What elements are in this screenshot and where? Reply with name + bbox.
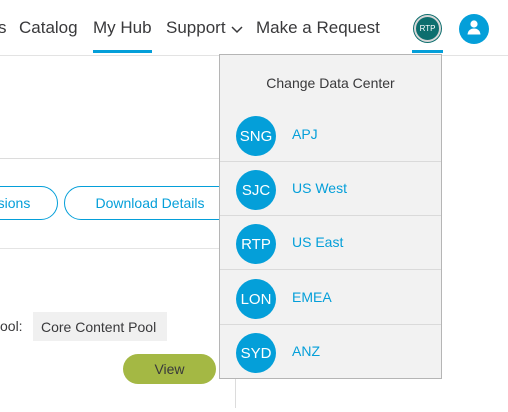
datacenter-name: APJ [292,126,318,142]
pool-value: Core Content Pool [33,312,167,341]
datacenter-option-sng[interactable]: SNG APJ [220,108,441,162]
nav-item-partial[interactable]: s [0,18,7,38]
datacenter-badge-label: RTP [419,24,436,33]
datacenter-code-badge: LON [236,279,276,319]
divider [0,248,236,249]
nav-make-request[interactable]: Make a Request [256,18,380,38]
user-icon [466,19,482,40]
versions-button[interactable]: sions [0,186,58,220]
datacenter-option-rtp[interactable]: RTP US East [220,216,441,270]
nav-support-label: Support [166,18,226,37]
datacenter-name: ANZ [292,343,320,359]
datacenter-name: US West [292,180,347,196]
datacenter-name: EMEA [292,289,332,305]
nav-my-hub[interactable]: My Hub [93,18,152,53]
user-avatar[interactable] [459,14,489,44]
nav-support[interactable]: Support [166,18,243,39]
datacenter-name: US East [292,234,344,250]
datacenter-active-indicator [412,50,443,53]
datacenter-option-lon[interactable]: LON EMEA [220,271,441,325]
datacenter-code-badge: RTP [236,224,276,264]
datacenter-code-badge: SYD [236,333,276,373]
datacenter-option-syd[interactable]: SYD ANZ [220,325,441,379]
datacenter-option-sjc[interactable]: SJC US West [220,162,441,216]
app-root: s Catalog My Hub Support Make a Request … [0,0,508,412]
datacenter-badge[interactable]: RTP [414,15,441,42]
chevron-down-icon [231,19,243,39]
datacenter-code-badge: SJC [236,170,276,210]
datacenter-code-badge: SNG [236,116,276,156]
nav-catalog[interactable]: Catalog [19,18,78,38]
download-details-button[interactable]: Download Details [64,186,236,220]
view-button[interactable]: View [123,354,216,384]
dropdown-title: Change Data Center [266,75,395,91]
pool-label: ool: [0,318,23,334]
datacenter-dropdown: Change Data Center SNG APJ SJC US West R… [219,54,442,379]
top-nav: s Catalog My Hub Support Make a Request … [0,0,508,56]
